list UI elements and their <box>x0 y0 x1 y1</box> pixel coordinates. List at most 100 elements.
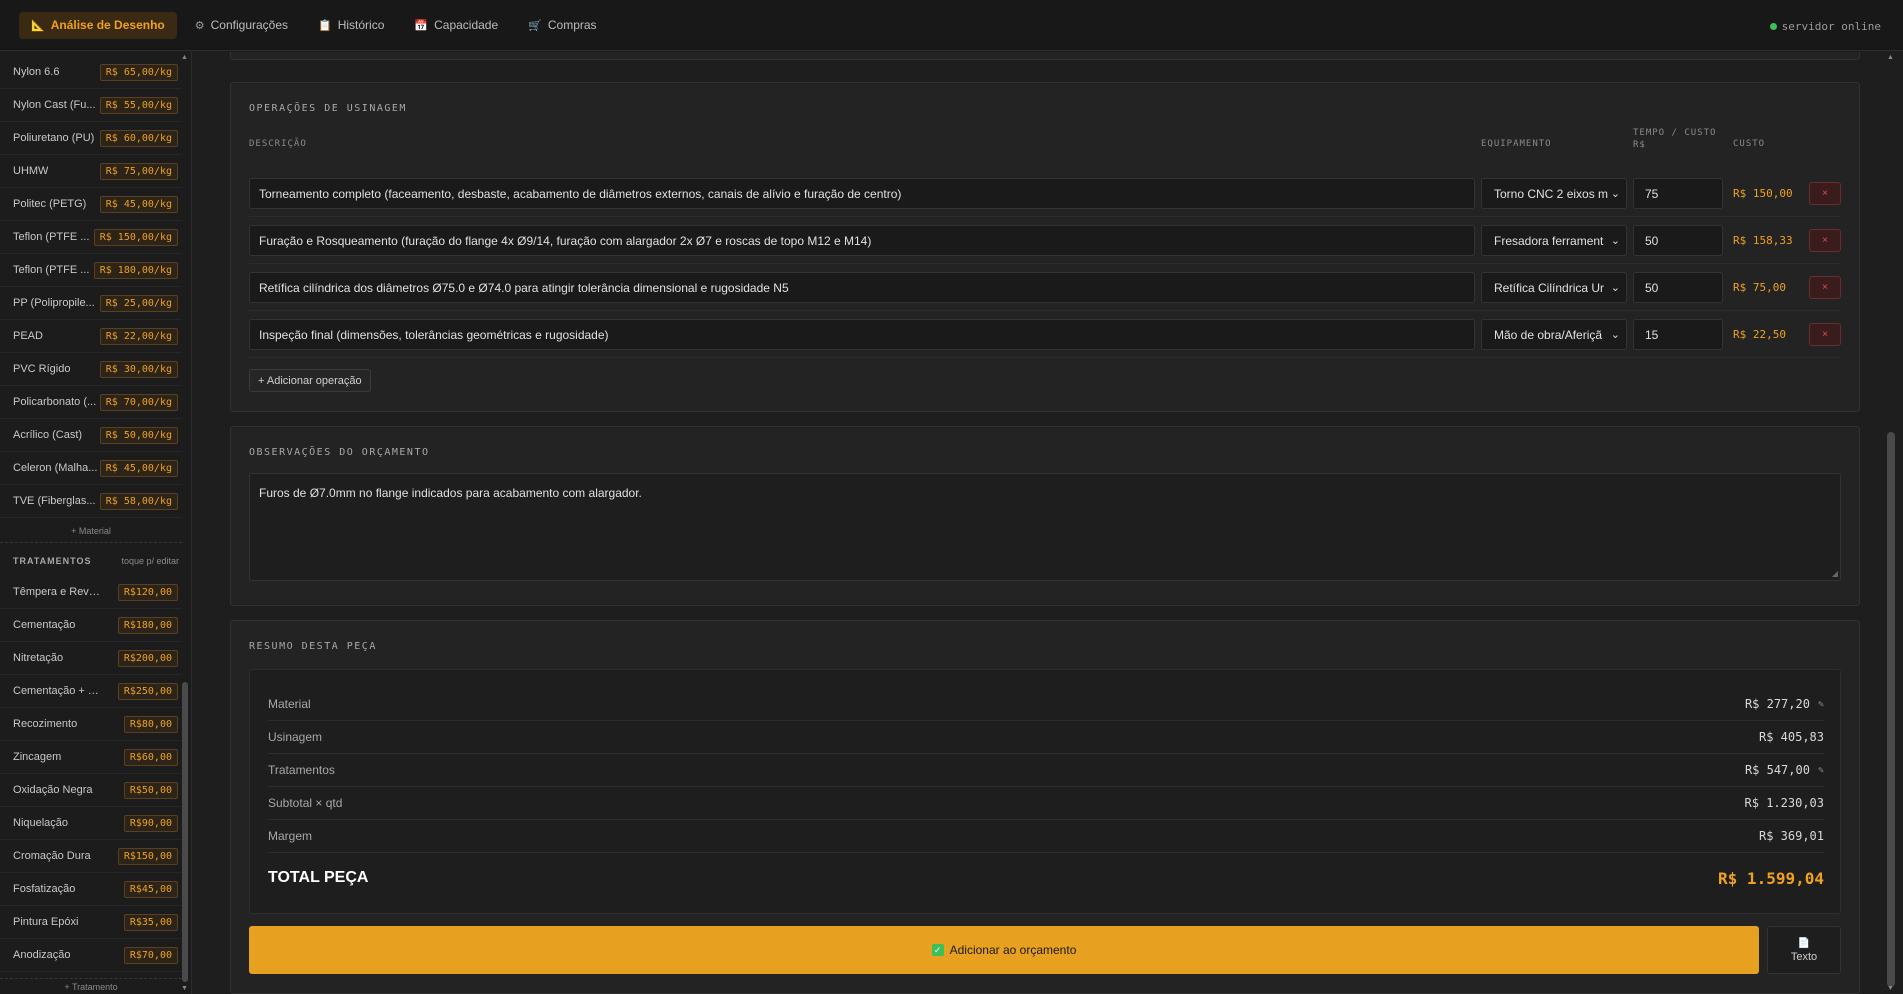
pencil-icon[interactable]: ✎ <box>1818 765 1824 776</box>
material-price[interactable]: R$ 45,00/kg <box>99 459 178 477</box>
material-price[interactable]: R$ 50,00/kg <box>99 426 178 444</box>
equipment-select[interactable]: Torno CNC 2 eixos m ⌄ <box>1481 178 1627 209</box>
material-price[interactable]: R$ 180,00/kg <box>93 261 178 279</box>
treatment-item[interactable]: Pintura Epóxi R$35,00 <box>0 906 182 939</box>
pencil-icon[interactable]: ✎ <box>1818 699 1824 710</box>
resize-grip-icon[interactable]: ◢ <box>1832 569 1838 578</box>
treatment-price[interactable]: R$80,00 <box>123 715 178 733</box>
material-name: TVE (Fiberglas... <box>13 495 96 507</box>
treatment-price[interactable]: R$70,00 <box>123 946 178 964</box>
delete-operation-button[interactable]: × <box>1809 229 1841 252</box>
ruler-icon: 📐 <box>31 19 45 32</box>
treatment-price[interactable]: R$120,00 <box>117 583 178 601</box>
treatment-item[interactable]: Fosfatização R$45,00 <box>0 873 182 906</box>
material-item[interactable]: Teflon (PTFE ... R$ 150,00/kg <box>0 221 182 254</box>
material-price[interactable]: R$ 25,00/kg <box>99 294 178 312</box>
summary-value-text: R$ 547,00 <box>1744 763 1810 777</box>
operation-description-input[interactable]: Furação e Rosqueamento (furação do flang… <box>249 225 1475 256</box>
delete-operation-button[interactable]: × <box>1809 276 1841 299</box>
tab-historico[interactable]: 📋 Histórico <box>306 12 396 39</box>
material-item[interactable]: PVC Rígido R$ 30,00/kg <box>0 353 182 386</box>
time-input[interactable]: 75 <box>1633 178 1723 209</box>
treatment-item[interactable]: Cementação + Tê... R$250,00 <box>0 675 182 708</box>
treatment-item[interactable]: Zincagem R$60,00 <box>0 741 182 774</box>
material-price[interactable]: R$ 75,00/kg <box>99 162 178 180</box>
equipment-select[interactable]: Fresadora ferrament ⌄ <box>1481 225 1627 256</box>
material-price[interactable]: R$ 45,00/kg <box>99 195 178 213</box>
operation-description-input[interactable]: Retífica cilíndrica dos diâmetros Ø75.0 … <box>249 272 1475 303</box>
observations-textarea[interactable]: Furos de Ø7.0mm no flange indicados para… <box>249 473 1841 581</box>
time-input[interactable]: 50 <box>1633 225 1723 256</box>
material-item[interactable]: UHMW R$ 75,00/kg <box>0 155 182 188</box>
scrollbar-thumb[interactable] <box>1887 432 1895 987</box>
material-item[interactable]: Acrílico (Cast) R$ 50,00/kg <box>0 419 182 452</box>
material-item[interactable]: Nylon Cast (Fu... R$ 55,00/kg <box>0 89 182 122</box>
material-item[interactable]: Nylon 6.6 R$ 65,00/kg <box>0 56 182 89</box>
material-item[interactable]: PEAD R$ 22,00/kg <box>0 320 182 353</box>
scroll-up-icon[interactable]: ▲ <box>181 54 188 61</box>
add-to-quote-button[interactable]: ✓ Adicionar ao orçamento <box>249 926 1759 974</box>
scroll-up-icon[interactable]: ▲ <box>1887 54 1894 61</box>
summary-value: R$ 405,83 <box>1758 730 1824 744</box>
treatment-price[interactable]: R$50,00 <box>123 781 178 799</box>
operation-description-input[interactable]: Inspeção final (dimensões, tolerâncias g… <box>249 319 1475 350</box>
main-scrollbar[interactable]: ▲ ▼ <box>1885 52 1897 994</box>
add-treatment-button[interactable]: + Tratamento <box>0 982 182 992</box>
add-operation-button[interactable]: + Adicionar operação <box>249 369 371 392</box>
treatment-price[interactable]: R$35,00 <box>123 913 178 931</box>
material-item[interactable]: Politec (PETG) R$ 45,00/kg <box>0 188 182 221</box>
treatment-name: Cementação <box>13 619 76 631</box>
sidebar-scrollbar[interactable]: ▲ ▼ <box>181 52 189 994</box>
operation-description-input[interactable]: Torneamento completo (faceamento, desbas… <box>249 178 1475 209</box>
equipment-select[interactable]: Retífica Cilíndrica Ur ⌄ <box>1481 272 1627 303</box>
tab-capacidade[interactable]: 📅 Capacidade <box>402 12 510 39</box>
add-material-button[interactable]: + Material <box>0 526 182 536</box>
treatment-item[interactable]: Têmpera e Reveni... R$120,00 <box>0 576 182 609</box>
treatment-price[interactable]: R$250,00 <box>117 682 178 700</box>
text-button[interactable]: 📄 Texto <box>1767 926 1841 974</box>
material-price[interactable]: R$ 60,00/kg <box>99 129 178 147</box>
treatment-item[interactable]: Recozimento R$80,00 <box>0 708 182 741</box>
material-item[interactable]: Celeron (Malha... R$ 45,00/kg <box>0 452 182 485</box>
treatment-item[interactable]: Cromação Dura R$150,00 <box>0 840 182 873</box>
treatment-price[interactable]: R$200,00 <box>117 649 178 667</box>
material-price[interactable]: R$ 70,00/kg <box>99 393 178 411</box>
treatment-item[interactable]: Anodização R$70,00 <box>0 939 182 972</box>
scroll-down-icon[interactable]: ▼ <box>181 985 188 992</box>
time-input[interactable]: 15 <box>1633 319 1723 350</box>
treatment-item[interactable]: Nitretação R$200,00 <box>0 642 182 675</box>
material-item[interactable]: TVE (Fiberglas... R$ 58,00/kg <box>0 485 182 518</box>
delete-operation-button[interactable]: × <box>1809 323 1841 346</box>
tab-compras[interactable]: 🛒 Compras <box>516 12 608 39</box>
material-item[interactable]: Poliuretano (PU) R$ 60,00/kg <box>0 122 182 155</box>
treatment-item[interactable]: Cementação R$180,00 <box>0 609 182 642</box>
material-price[interactable]: R$ 65,00/kg <box>99 63 178 81</box>
time-input[interactable]: 50 <box>1633 272 1723 303</box>
material-item[interactable]: Teflon (PTFE ... R$ 180,00/kg <box>0 254 182 287</box>
equipment-select[interactable]: Mão de obra/Aferiçã ⌄ <box>1481 319 1627 350</box>
treatment-price[interactable]: R$150,00 <box>117 847 178 865</box>
tab-configuracoes[interactable]: ⚙ Configurações <box>183 12 300 39</box>
tab-analise-de-desenho[interactable]: 📐 Análise de Desenho <box>19 11 177 39</box>
material-price[interactable]: R$ 30,00/kg <box>99 360 178 378</box>
treatment-name: Cementação + Tê... <box>13 685 105 697</box>
material-price[interactable]: R$ 22,00/kg <box>99 327 178 345</box>
treatment-price[interactable]: R$90,00 <box>123 814 178 832</box>
scroll-down-icon[interactable]: ▼ <box>1887 985 1894 992</box>
operation-row: Furação e Rosqueamento (furação do flang… <box>249 217 1841 264</box>
treatment-item[interactable]: Oxidação Negra R$50,00 <box>0 774 182 807</box>
treatment-item[interactable]: Niquelação R$90,00 <box>0 807 182 840</box>
material-price[interactable]: R$ 150,00/kg <box>93 228 178 246</box>
material-item[interactable]: PP (Polipropile... R$ 25,00/kg <box>0 287 182 320</box>
scrollbar-thumb[interactable] <box>182 682 188 982</box>
treatment-price[interactable]: R$45,00 <box>123 880 178 898</box>
delete-operation-button[interactable]: × <box>1809 182 1841 205</box>
material-item[interactable]: Policarbonato (... R$ 70,00/kg <box>0 386 182 419</box>
sidebar-divider <box>0 542 182 543</box>
material-price[interactable]: R$ 55,00/kg <box>99 96 178 114</box>
material-price[interactable]: R$ 58,00/kg <box>99 492 178 510</box>
checkmark-icon: ✓ <box>931 944 944 956</box>
treatment-price[interactable]: R$180,00 <box>117 616 178 634</box>
treatment-price[interactable]: R$60,00 <box>123 748 178 766</box>
summary-label: Subtotal × qtd <box>268 796 343 810</box>
